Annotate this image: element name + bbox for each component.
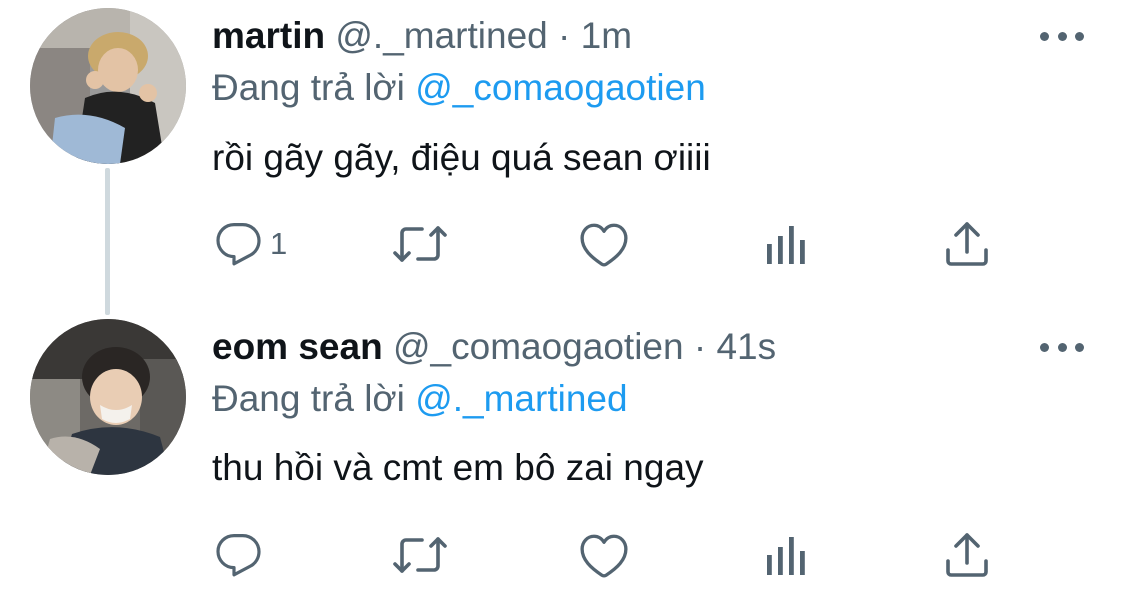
share-button[interactable] (944, 530, 990, 580)
share-button[interactable] (944, 219, 990, 269)
separator-dot: · (693, 326, 707, 367)
replying-to: Đang trả lời @._martined (212, 377, 628, 421)
display-name[interactable]: martin (212, 15, 325, 56)
avatar[interactable] (30, 8, 186, 164)
tweet-text: thu hồi và cmt em bô zai ngay (212, 447, 704, 488)
analytics-icon (767, 226, 805, 264)
retweet-icon (393, 226, 447, 262)
thread-line (105, 168, 110, 315)
like-button[interactable] (579, 530, 629, 580)
reply-icon (216, 534, 261, 577)
username[interactable]: @_comaogaotien (393, 326, 684, 367)
more-icon[interactable] (1040, 26, 1084, 46)
share-icon (946, 533, 988, 577)
timestamp[interactable]: 1m (581, 15, 632, 56)
reply-button[interactable] (214, 530, 270, 580)
replying-prefix: Đang trả lời (212, 67, 405, 108)
display-name[interactable]: eom sean (212, 326, 383, 367)
tweet-header: martin @._martined · 1m (212, 14, 632, 58)
tweet-header: eom sean @_comaogaotien · 41s (212, 325, 776, 369)
share-icon (946, 222, 988, 266)
analytics-button[interactable] (765, 530, 807, 580)
like-icon (580, 534, 628, 578)
mention-link[interactable]: @._martined (415, 378, 627, 419)
avatar-photo (30, 8, 186, 164)
analytics-icon (767, 537, 805, 575)
avatar-photo (30, 319, 186, 475)
separator-dot: · (558, 15, 571, 56)
replying-prefix: Đang trả lời (212, 378, 405, 419)
tweet-text: rồi gãy gãy, điệu quá sean ơiiii (212, 137, 711, 178)
retweet-button[interactable] (392, 219, 448, 269)
mention-link[interactable]: @_comaogaotien (415, 67, 706, 108)
reply-icon (216, 223, 261, 266)
avatar[interactable] (30, 319, 186, 475)
reply-button[interactable]: 1 (214, 219, 287, 269)
like-icon (580, 223, 628, 267)
timestamp[interactable]: 41s (716, 326, 776, 367)
analytics-button[interactable] (765, 219, 807, 269)
more-icon[interactable] (1040, 337, 1084, 357)
reply-count: 1 (270, 226, 288, 261)
replying-to: Đang trả lời @_comaogaotien (212, 66, 706, 110)
retweet-button[interactable] (392, 530, 448, 580)
username[interactable]: @._martined (335, 15, 547, 56)
retweet-icon (393, 537, 447, 573)
like-button[interactable] (579, 219, 629, 269)
